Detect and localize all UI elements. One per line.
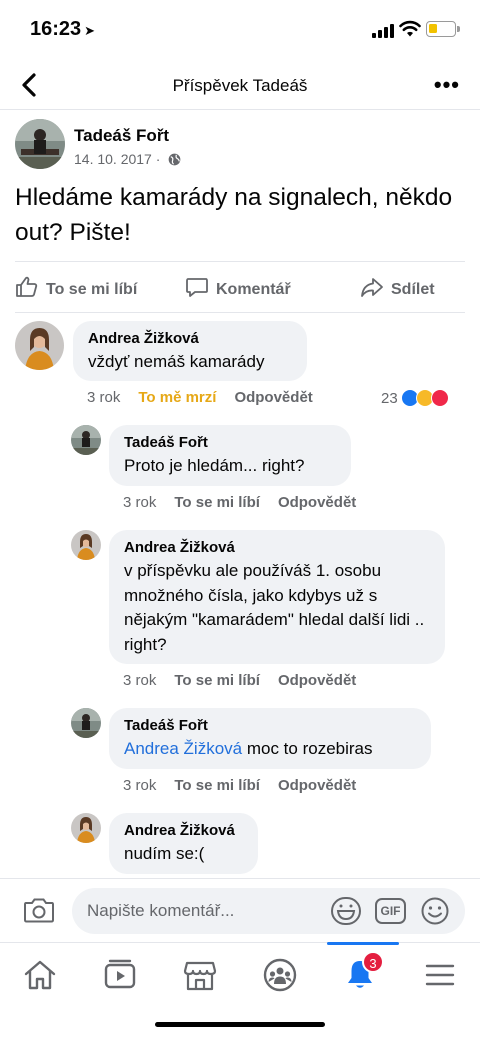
comment-time: 3 rok bbox=[123, 494, 157, 511]
reaction-count[interactable]: 23 bbox=[381, 389, 449, 407]
reply-button[interactable]: Odpovědět bbox=[278, 777, 356, 794]
comment-meta: 3 rok To mě mrzí Odpovědět bbox=[87, 389, 331, 406]
comment-composer: Napište komentář... GIF bbox=[0, 878, 480, 942]
comment-time: 3 rok bbox=[123, 672, 157, 689]
avatar[interactable] bbox=[15, 119, 65, 169]
comment-author[interactable]: Andrea Žižková bbox=[124, 822, 243, 839]
comment-time: 3 rok bbox=[87, 389, 121, 406]
like-button[interactable]: To se mi líbí bbox=[174, 777, 260, 794]
comment-author[interactable]: Tadeáš Fořt bbox=[124, 717, 416, 734]
avatar[interactable] bbox=[71, 813, 101, 843]
tab-bar: 3 bbox=[0, 942, 480, 1010]
share-icon bbox=[361, 278, 383, 297]
comment-text: v příspěvku ale používáš 1. osobu množné… bbox=[124, 561, 425, 654]
post-text: Hledáme kamarády na signalech, někdo out… bbox=[15, 184, 453, 246]
comment-author[interactable]: Andrea Žižková bbox=[88, 330, 292, 347]
comment-text: Proto je hledám... right? bbox=[124, 456, 305, 475]
comment-icon bbox=[186, 278, 208, 297]
watch-icon[interactable] bbox=[102, 957, 138, 993]
comment-text: Andrea Žižková moc to rozebiras bbox=[124, 739, 373, 758]
mention-link[interactable]: Andrea Žižková bbox=[124, 739, 242, 758]
gif-icon[interactable]: GIF bbox=[375, 898, 406, 924]
reply-button[interactable]: Odpovědět bbox=[278, 494, 356, 511]
comment-input[interactable]: Napište komentář... GIF bbox=[72, 888, 465, 934]
comment-author[interactable]: Tadeáš Fořt bbox=[124, 434, 336, 451]
avatar[interactable] bbox=[71, 530, 101, 560]
comment-text: vždyť nemáš kamarády bbox=[88, 352, 265, 371]
clock: 16:23 ➤ bbox=[30, 18, 96, 40]
wifi-icon bbox=[399, 20, 421, 37]
page-title: Příspěvek Tadeáš bbox=[172, 76, 308, 95]
home-indicator bbox=[155, 1022, 325, 1027]
reaction-button[interactable]: To mě mrzí bbox=[138, 389, 216, 406]
home-icon[interactable] bbox=[22, 957, 58, 993]
cellular-signal-icon bbox=[372, 24, 394, 38]
comment-button[interactable]: Komentář bbox=[185, 275, 291, 299]
post-actions: To se mi líbí Komentář Sdílet bbox=[15, 261, 465, 313]
globe-icon bbox=[168, 153, 181, 166]
avatar[interactable] bbox=[71, 708, 101, 738]
groups-icon[interactable] bbox=[262, 957, 298, 993]
more-icon[interactable]: ••• bbox=[434, 72, 460, 98]
comment-meta: 3 rok To se mi líbí Odpovědět bbox=[123, 777, 374, 794]
comment-bubble: Tadeáš Fořt Proto je hledám... right? bbox=[109, 425, 351, 486]
marketplace-icon[interactable] bbox=[182, 957, 218, 993]
post-date: 14. 10. 2017 · bbox=[74, 151, 181, 167]
reply-button[interactable]: Odpovědět bbox=[234, 389, 312, 406]
battery-icon bbox=[426, 21, 460, 37]
location-arrow-icon: ➤ bbox=[84, 23, 96, 38]
share-button[interactable]: Sdílet bbox=[360, 275, 435, 299]
like-button[interactable]: To se mi líbí bbox=[15, 275, 137, 299]
comment-text: nudím se:( bbox=[124, 844, 205, 863]
tab-notifications[interactable]: 3 bbox=[327, 942, 399, 993]
love-reaction-icon bbox=[430, 389, 449, 407]
sticker-icon[interactable] bbox=[330, 896, 362, 926]
camera-icon[interactable] bbox=[23, 896, 55, 924]
avatar[interactable] bbox=[71, 425, 101, 455]
comment-bubble: Andrea Žižková v příspěvku ale používáš … bbox=[109, 530, 445, 664]
like-button[interactable]: To se mi líbí bbox=[174, 494, 260, 511]
avatar[interactable] bbox=[15, 321, 64, 370]
comment-bubble: Tadeáš Fořt Andrea Žižková moc to rozebi… bbox=[109, 708, 431, 769]
notification-badge: 3 bbox=[362, 951, 384, 973]
thumbs-up-icon bbox=[16, 276, 38, 297]
post-author[interactable]: Tadeáš Fořt bbox=[74, 126, 169, 146]
status-bar: 16:23 ➤ bbox=[0, 0, 480, 60]
emoji-icon[interactable] bbox=[420, 896, 450, 926]
reply-button[interactable]: Odpovědět bbox=[278, 672, 356, 689]
comment-bubble: Andrea Žižková nudím se:( bbox=[109, 813, 258, 874]
comment-input-placeholder: Napište komentář... bbox=[87, 901, 235, 920]
nav-header: Příspěvek Tadeáš ••• bbox=[0, 62, 480, 110]
comment-meta: 3 rok To se mi líbí Odpovědět bbox=[123, 494, 374, 511]
menu-icon[interactable] bbox=[422, 957, 458, 993]
comment-time: 3 rok bbox=[123, 777, 157, 794]
comment-meta: 3 rok To se mi líbí Odpovědět bbox=[123, 672, 374, 689]
comment-author[interactable]: Andrea Žižková bbox=[124, 539, 430, 556]
like-button[interactable]: To se mi líbí bbox=[174, 672, 260, 689]
comment-bubble: Andrea Žižková vždyť nemáš kamarády bbox=[73, 321, 307, 381]
